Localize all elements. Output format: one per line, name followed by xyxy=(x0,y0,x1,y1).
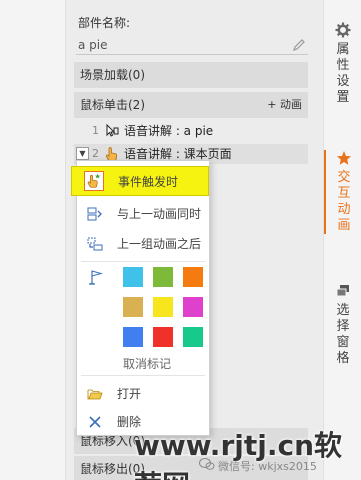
after-previous-icon xyxy=(87,237,103,251)
color-swatch[interactable] xyxy=(153,327,173,347)
left-strip xyxy=(0,0,66,480)
menu-item-after-previous-label: 上一组动画之后 xyxy=(117,237,202,251)
menu-item-event-trigger[interactable]: 事件触发时 xyxy=(71,166,209,196)
delete-icon xyxy=(89,416,101,428)
clear-mark-button[interactable]: 取消标记 xyxy=(123,355,171,372)
watermark-wechat: 微信号: wkjxs2015 xyxy=(218,460,317,473)
add-animation-button[interactable]: + 动画 xyxy=(267,92,302,118)
color-swatch[interactable] xyxy=(183,297,203,317)
color-swatch[interactable] xyxy=(183,327,203,347)
folder-icon xyxy=(87,389,103,400)
menu-item-with-previous[interactable]: 与上一动画同时 xyxy=(77,199,209,229)
pencil-icon[interactable] xyxy=(292,38,306,52)
color-swatch[interactable] xyxy=(153,267,173,287)
color-swatch[interactable] xyxy=(123,267,143,287)
color-swatch[interactable] xyxy=(123,327,143,347)
menu-separator xyxy=(81,261,205,262)
name-underline xyxy=(76,54,308,55)
gear-icon xyxy=(335,22,351,38)
menu-item-event-trigger-label: 事件触发时 xyxy=(118,175,179,189)
flag-icon xyxy=(89,270,103,285)
right-sidebar: 属性设置 交互动画 选择窗格 xyxy=(323,0,361,480)
section-mouse-click-label: 鼠标单击(2) xyxy=(80,98,145,112)
section-scene-load-label: 场景加载(0) xyxy=(80,68,145,82)
menu-item-open-label: 打开 xyxy=(117,387,142,401)
dropdown-toggle[interactable]: ▼ xyxy=(76,147,89,160)
animation-row[interactable]: 1 语音讲解 : a pie xyxy=(74,121,308,141)
component-name-label: 部件名称: xyxy=(78,16,131,30)
section-scene-load[interactable]: 场景加载(0) xyxy=(74,62,308,88)
tab-properties-label: 属性设置 xyxy=(336,42,350,105)
layers-icon xyxy=(336,285,349,297)
menu-item-after-previous[interactable]: 上一组动画之后 xyxy=(77,229,209,259)
wechat-icon xyxy=(199,458,215,470)
menu-item-with-previous-label: 与上一动画同时 xyxy=(117,207,202,221)
menu-separator xyxy=(81,375,205,376)
row-label: 语音讲解 : a pie xyxy=(124,124,214,138)
tab-selection-pane-label: 选择窗格 xyxy=(336,303,350,366)
color-swatch[interactable] xyxy=(183,267,203,287)
component-name-field[interactable]: a pie xyxy=(78,38,108,52)
tab-interactive-animation-label: 交互动画 xyxy=(337,170,351,233)
cursor-sound-icon xyxy=(106,123,119,137)
row-number: 1 xyxy=(92,124,99,137)
color-swatch[interactable] xyxy=(153,297,173,317)
tab-interactive-animation[interactable]: 交互动画 xyxy=(324,150,361,234)
hand-trigger-icon xyxy=(84,171,104,191)
color-swatch[interactable] xyxy=(123,297,143,317)
tab-selection-pane[interactable]: 选择窗格 xyxy=(324,283,361,367)
menu-item-open[interactable]: 打开 xyxy=(77,379,209,409)
star-icon xyxy=(337,151,351,165)
with-previous-icon xyxy=(87,207,102,221)
context-menu: 事件触发时 与上一动画同时 上一组动画之后 取消标记 打开 删除 xyxy=(71,160,210,436)
section-mouse-click[interactable]: 鼠标单击(2) + 动画 xyxy=(74,92,308,118)
tab-properties[interactable]: 属性设置 xyxy=(324,22,361,106)
